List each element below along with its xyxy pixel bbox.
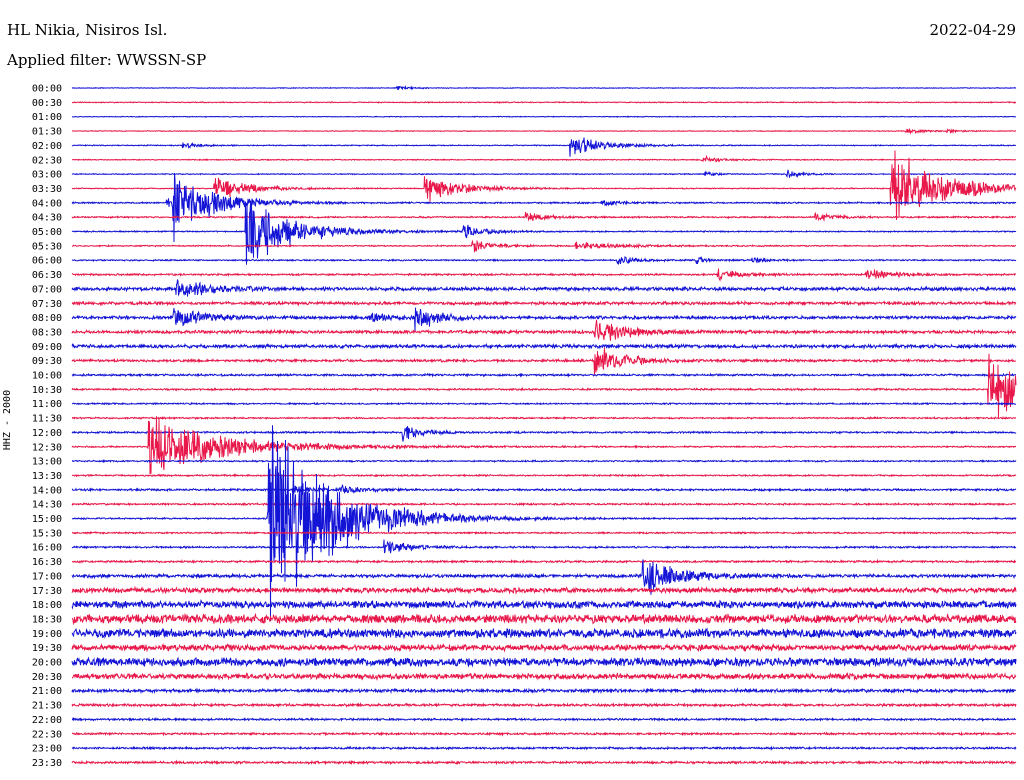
trace-row	[71, 473, 1017, 478]
row-time-label: 10:00	[32, 371, 62, 382]
row-time-label: 20:30	[32, 672, 62, 683]
trace-row	[71, 701, 1017, 708]
row-time-label: 21:30	[32, 701, 62, 712]
trace-row	[71, 268, 1017, 282]
trace-row	[71, 255, 1017, 265]
trace-row	[71, 730, 1017, 737]
row-time-label: 04:30	[32, 213, 62, 224]
trace-row	[71, 299, 1017, 307]
row-time-label: 17:30	[32, 586, 62, 597]
row-time-label: 09:00	[32, 342, 62, 353]
row-time-label: 01:30	[32, 127, 62, 138]
trace-row	[71, 612, 1017, 626]
row-time-label: 03:00	[32, 170, 62, 181]
row-time-label: 15:30	[32, 528, 62, 539]
row-time-label: 13:00	[32, 457, 62, 468]
row-time-label: 18:00	[32, 600, 62, 611]
trace-row	[71, 401, 1016, 406]
trace-row	[71, 342, 1017, 351]
trace-row	[71, 627, 1017, 640]
row-time-label: 17:00	[32, 571, 62, 582]
trace-row	[71, 416, 1017, 475]
row-time-label: 02:00	[32, 141, 62, 152]
row-time-label: 08:30	[32, 327, 62, 338]
trace-row	[71, 671, 1017, 682]
helicorder-chart: 00:00 00:30 01:00 01:30 02:00 02:30 03:00 03:30…	[32, 84, 1017, 769]
trace-row	[71, 372, 1017, 378]
row-time-label: 11:00	[32, 399, 62, 410]
trace-row	[71, 353, 1017, 418]
trace-row	[71, 279, 1017, 297]
trace-row	[71, 558, 1017, 565]
trace-row	[71, 169, 1016, 179]
trace-row	[71, 84, 1017, 91]
row-time-label: 08:00	[32, 313, 62, 324]
trace-row	[71, 154, 1017, 163]
trace-row	[71, 598, 1017, 610]
row-time-label: 00:00	[32, 84, 62, 95]
row-time-label: 18:30	[32, 614, 62, 625]
row-time-label: 14:00	[32, 485, 62, 496]
row-time-label: 16:30	[32, 557, 62, 568]
trace-row	[71, 745, 1017, 751]
trace-row	[71, 115, 1017, 118]
row-time-label: 11:30	[32, 414, 62, 425]
row-time-label: 13:30	[32, 471, 62, 482]
row-time-label: 19:30	[32, 643, 62, 654]
row-time-label: 15:00	[32, 514, 62, 525]
row-time-label: 22:30	[32, 729, 62, 740]
row-time-label: 04:00	[32, 198, 62, 209]
row-time-label: 01:00	[32, 112, 62, 123]
row-time-label: 03:30	[32, 184, 62, 195]
row-time-label: 05:30	[32, 241, 62, 252]
trace-row	[71, 137, 1017, 157]
trace-row	[72, 100, 1017, 104]
trace-row	[71, 347, 1017, 376]
trace-row	[71, 716, 1017, 723]
trace-row	[71, 759, 1017, 766]
row-time-label: 12:30	[32, 442, 62, 453]
row-time-label: 14:30	[32, 500, 62, 511]
trace-row	[71, 656, 1017, 668]
row-time-label: 19:00	[32, 629, 62, 640]
trace-row	[71, 687, 1017, 695]
row-time-label: 10:30	[32, 385, 62, 396]
trace-row	[71, 459, 1017, 464]
row-time-label: 00:30	[32, 98, 62, 109]
trace-row	[71, 415, 1017, 421]
row-time-label: 22:00	[32, 715, 62, 726]
row-time-label: 21:00	[32, 686, 62, 697]
row-time-label: 23:30	[32, 758, 62, 769]
row-time-label: 23:00	[32, 744, 62, 755]
helicorder-page: HL Nikia, Nisiros Isl. 2022-04-29 Applie…	[0, 0, 1024, 780]
row-time-label: 16:00	[32, 543, 62, 554]
trace-row	[71, 539, 1017, 554]
trace-row	[72, 530, 1017, 535]
row-time-label: 12:00	[32, 428, 62, 439]
trace-row	[71, 585, 1017, 595]
row-time-label: 09:30	[32, 356, 62, 367]
row-time-label: 02:30	[32, 155, 62, 166]
row-time-label: 05:00	[32, 227, 62, 238]
trace-row	[71, 239, 1017, 253]
trace-row	[71, 642, 1017, 653]
row-time-label: 06:00	[32, 256, 62, 267]
trace-row	[71, 501, 1017, 507]
trace-row	[71, 127, 1017, 135]
trace-row	[71, 484, 1017, 495]
row-time-label: 07:00	[32, 284, 62, 295]
row-time-label: 20:00	[32, 658, 62, 669]
row-time-label: 07:30	[32, 299, 62, 310]
trace-row	[71, 319, 1017, 341]
row-time-label: 06:30	[32, 270, 62, 281]
trace-row	[71, 307, 1017, 332]
